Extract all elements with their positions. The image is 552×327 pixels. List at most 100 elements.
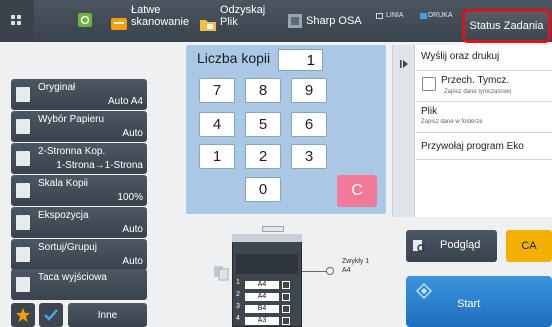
temp-store-subtitle: Zapisz dane tymczasowo [444, 89, 512, 95]
paper-select-title: Wybór Papieru [38, 114, 105, 125]
chevron-right-icon [400, 60, 408, 68]
copy-ratio-button[interactable]: Skala Kopii 100% [11, 175, 147, 206]
exposure-button[interactable]: Ekspozycja Auto [11, 207, 147, 238]
sort-group-value: Auto [122, 256, 143, 267]
send-and-print-item[interactable]: Wyślij oraz drukuj [416, 45, 552, 71]
retrieve-file-button[interactable]: Odzyskaj Plik [195, 0, 275, 42]
start-icon [416, 283, 432, 299]
check-icon [44, 309, 58, 321]
tray-1-size: A4 [245, 281, 279, 289]
output-tray-icon [16, 277, 30, 292]
easy-scan-label: Łatwe skanowanie [131, 4, 190, 28]
paper-select-button[interactable]: Wybór Papieru Auto [11, 111, 147, 142]
copy-screen: Łatwe skanowanie Odzyskaj Plik Sharp OSA… [0, 0, 552, 327]
data-indicator: DRUKA [428, 12, 453, 19]
temp-store-item[interactable]: Przech. Tymcz. Zapisz dane tymczasowo [416, 72, 552, 102]
tray-2-icon [282, 293, 290, 301]
output-tray-title: Taca wyjściowa [38, 272, 107, 283]
data-indicator-box [420, 13, 427, 19]
file-item[interactable]: Plik Zapisz dane w folderze [416, 103, 552, 133]
app-button[interactable] [68, 0, 102, 42]
preview-button[interactable]: Podgląd [406, 230, 497, 262]
home-button[interactable] [0, 0, 34, 42]
output-area [236, 254, 298, 274]
tray-2[interactable]: 2 A4 [236, 291, 298, 302]
sharp-osa-button[interactable]: Sharp OSA [283, 0, 365, 42]
output-tray-button[interactable]: Taca wyjściowa [11, 269, 147, 300]
tray-3[interactable]: 3 B4 [236, 303, 298, 314]
key-1[interactable]: 1 [199, 144, 235, 169]
machine-diagram: 1 A4 2 A4 3 B4 4 A3 [232, 222, 324, 327]
key-4[interactable]: 4 [199, 112, 235, 137]
duplex-icon [16, 151, 30, 166]
bypass-tray-dot[interactable] [326, 267, 334, 275]
sort-group-button[interactable]: Sortuj/Grupuj Auto [11, 239, 147, 270]
key-8[interactable]: 8 [245, 78, 281, 103]
tray-2-size: A4 [245, 293, 279, 301]
exposure-icon [16, 215, 30, 230]
machine-top [232, 234, 302, 242]
tray-4-icon [282, 317, 290, 325]
easy-scan-button[interactable]: Łatwe skanowanie [106, 0, 190, 42]
sort-group-icon [16, 247, 30, 262]
panel-collapse-tab[interactable] [393, 45, 415, 217]
job-status-button[interactable]: Status Zadania [462, 9, 551, 43]
original-icon [16, 87, 30, 102]
favorites-button[interactable] [11, 303, 35, 327]
copies-label: Liczba kopii [197, 50, 271, 66]
app-icon [78, 13, 92, 27]
eco-program-label: Przywołaj program Eko [421, 141, 524, 152]
duplex-button[interactable]: 2-Stronna Kop. 1-Strona→1-Strona [11, 143, 147, 174]
temp-store-title: Przech. Tymcz. [441, 75, 510, 86]
sharp-osa-label: Sharp OSA [306, 15, 362, 27]
bypass-paper-type: Zwykły 1 [342, 258, 370, 265]
tray-3-icon [282, 305, 290, 313]
original-value: Auto A4 [107, 96, 143, 107]
key-3[interactable]: 3 [291, 144, 327, 169]
temp-store-checkbox[interactable] [422, 77, 436, 91]
file-title: Plik [421, 106, 438, 117]
tray-1[interactable]: 1 A4 [236, 279, 298, 290]
key-7[interactable]: 7 [199, 78, 235, 103]
key-5[interactable]: 5 [245, 112, 281, 137]
exposure-title: Ekspozycja [38, 210, 89, 221]
paper-select-icon [16, 119, 30, 134]
right-action-panel: Wyślij oraz drukuj Przech. Tymcz. Zapisz… [392, 45, 552, 217]
duplex-title: 2-Stronna Kop. [38, 146, 106, 157]
clear-key[interactable]: C [337, 175, 377, 207]
tray-4[interactable]: 4 A3 [236, 315, 298, 326]
tray-4-number: 4 [236, 315, 240, 322]
tray-3-number: 3 [236, 303, 240, 310]
document-feeder-icon [214, 266, 229, 281]
tray-4-size: A3 [245, 317, 279, 325]
send-and-print-label: Wyślij oraz drukuj [421, 51, 500, 62]
bypass-tray-line [302, 271, 328, 272]
paper-select-value: Auto [122, 128, 143, 139]
copy-ratio-icon [16, 183, 30, 198]
key-9[interactable]: 9 [291, 78, 327, 103]
key-2[interactable]: 2 [245, 144, 281, 169]
copies-input[interactable]: 1 [278, 49, 323, 71]
line-indicator: LINIA [386, 12, 404, 19]
sort-group-title: Sortuj/Grupuj [38, 242, 97, 253]
key-6[interactable]: 6 [291, 112, 327, 137]
eco-program-item[interactable]: Przywołaj program Eko [416, 134, 552, 160]
check-button[interactable] [39, 303, 63, 327]
sharp-osa-icon [288, 14, 302, 28]
tray-2-number: 2 [236, 291, 240, 298]
original-button[interactable]: Oryginał Auto A4 [11, 79, 147, 110]
tray-1-number: 1 [236, 279, 240, 286]
duplex-value: 1-Strona→1-Strona [56, 160, 143, 171]
other-button[interactable]: Inne [68, 303, 147, 327]
copy-ratio-value: 100% [117, 192, 143, 203]
home-icon [11, 15, 21, 25]
start-button[interactable]: Start [406, 276, 552, 327]
star-icon [16, 308, 30, 322]
output-tray-paper [262, 226, 284, 232]
key-0[interactable]: 0 [245, 177, 281, 202]
clear-all-button[interactable]: CA [506, 230, 552, 262]
copy-ratio-title: Skala Kopii [38, 178, 89, 189]
file-subtitle: Zapisz dane w folderze [421, 119, 483, 125]
start-label: Start [457, 298, 481, 310]
preview-label: Podgląd [440, 239, 481, 251]
